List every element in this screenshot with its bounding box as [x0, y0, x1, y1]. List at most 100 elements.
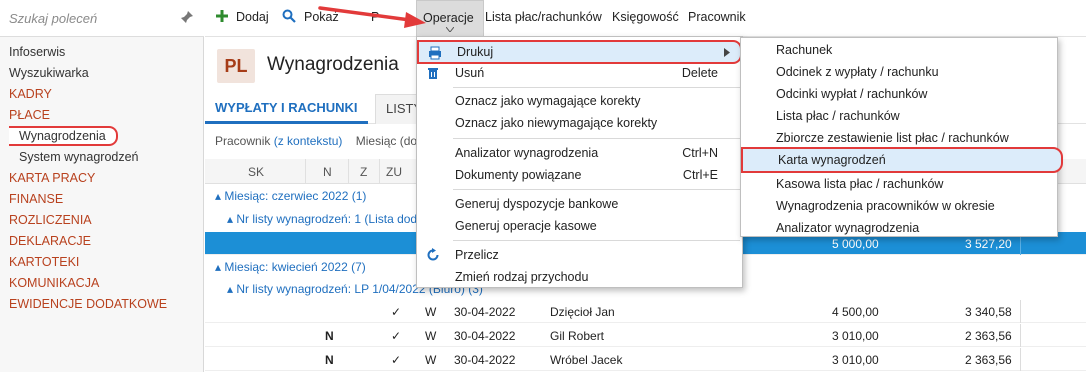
- menu-item-label: Dokumenty powiązane: [455, 168, 582, 182]
- cell-gross: 5 000,00: [832, 237, 879, 251]
- column-header-sk[interactable]: SK: [248, 165, 264, 179]
- add-button[interactable]: Dodaj: [236, 10, 269, 24]
- accounting-button[interactable]: Księgowość: [612, 10, 679, 24]
- menu-separator: [453, 240, 740, 241]
- cell-zu-check: ✓: [391, 329, 402, 343]
- menu-item-label: Usuń: [455, 66, 485, 80]
- menu-item-oznacz-korekta[interactable]: Oznacz jako wymagające korekty: [417, 90, 742, 112]
- submenu-item-label: Zbiorcze zestawienie list płac / rachunk…: [776, 131, 1009, 145]
- group-row-month-april[interactable]: ▴ Miesiąc: kwiecień 2022 (7): [215, 257, 366, 278]
- submenu-item-label: Analizator wynagrodzenia: [776, 221, 920, 235]
- sidebar-item-wynagrodzenia[interactable]: Wynagrodzenia: [0, 126, 204, 147]
- group-label: Miesiąc: kwiecień 2022 (7): [224, 260, 366, 274]
- menu-item-dyspozycje-bankowe[interactable]: Generuj dyspozycje bankowe: [417, 193, 742, 215]
- command-search-box[interactable]: Szukaj poleceń: [0, 0, 204, 37]
- module-badge: PL: [217, 49, 255, 83]
- table-row[interactable]: N ✓ W 30-04-2022 Wróbel Jacek 3 010,00 2…: [205, 348, 1086, 371]
- search-icon[interactable]: [282, 9, 296, 23]
- submenu-item-odcinki[interactable]: Odcinki wypłat / rachunków: [741, 83, 1057, 105]
- sidebar-item-kadry[interactable]: KADRY: [0, 84, 204, 105]
- submenu-item-kasowa-lista[interactable]: Kasowa lista płac / rachunków: [741, 173, 1057, 195]
- sidebar-item-ewidencje-dodatkowe[interactable]: EWIDENCJE DODATKOWE: [0, 294, 204, 315]
- tab-wyplaty-i-rachunki[interactable]: WYPŁATY I RACHUNKI: [205, 94, 368, 124]
- sidebar-item-komunikacja[interactable]: KOMUNIKACJA: [0, 273, 204, 294]
- payroll-list-button[interactable]: Lista płac/rachunków: [485, 10, 602, 24]
- submenu-item-karta-wynagrodzen[interactable]: Karta wynagrodzeń: [741, 147, 1063, 173]
- cell-date: 30-04-2022: [454, 353, 516, 367]
- menu-item-label: Przelicz: [455, 248, 499, 262]
- menu-separator: [453, 189, 740, 190]
- menu-item-shortcut: Ctrl+E: [682, 168, 718, 182]
- sidebar-item-place[interactable]: PŁACE: [0, 105, 204, 126]
- column-header-z[interactable]: Z: [360, 165, 367, 179]
- sidebar-item-rozliczenia[interactable]: ROZLICZENIA: [0, 210, 204, 231]
- menu-item-label: Oznacz jako niewymagające korekty: [455, 116, 658, 130]
- printer-icon: [429, 46, 441, 60]
- group-row-list-1[interactable]: ▴ Nr listy wynagrodzeń: 1 (Lista doda: [227, 209, 424, 230]
- sidebar-item-wyszukiwarka[interactable]: Wyszukiwarka: [0, 63, 204, 84]
- sidebar-nav: Infoserwis Wyszukiwarka KADRY PŁACE Wyna…: [0, 42, 204, 315]
- trash-icon: [428, 68, 438, 79]
- cell-gross: 3 010,00: [832, 329, 879, 343]
- submenu-item-label: Odcinki wypłat / rachunków: [776, 87, 928, 101]
- column-divider: [348, 159, 349, 184]
- sidebar-item-karta-pracy[interactable]: KARTA PRACY: [0, 168, 204, 189]
- cell-net: 2 363,56: [965, 329, 1012, 343]
- column-divider: [1020, 300, 1021, 323]
- menu-item-dokumenty-powiazane[interactable]: Dokumenty powiązane Ctrl+E: [417, 164, 742, 186]
- sidebar-item-system-wynagrodzen[interactable]: System wynagrodzeń: [0, 147, 204, 168]
- page-title: Wynagrodzenia: [267, 54, 399, 75]
- submenu-item-label: Karta wynagrodzeń: [778, 153, 886, 167]
- column-header-n[interactable]: N: [323, 165, 332, 179]
- sidebar-item-finanse[interactable]: FINANSE: [0, 189, 204, 210]
- sidebar-item-infoserwis[interactable]: Infoserwis: [0, 42, 204, 63]
- menu-separator: [453, 138, 740, 139]
- cell-name: Dzięcioł Jan: [550, 305, 615, 319]
- menu-item-oznacz-bez-korekty[interactable]: Oznacz jako niewymagające korekty: [417, 112, 742, 134]
- column-header-zu[interactable]: ZU: [386, 165, 402, 179]
- menu-item-label: Drukuj: [457, 45, 494, 59]
- cell-type: W: [425, 353, 437, 367]
- sidebar-item-kartoteki[interactable]: KARTOTEKI: [0, 252, 204, 273]
- chevron-right-icon: [724, 48, 730, 57]
- cell-net: 2 363,56: [965, 353, 1012, 367]
- cell-zu-check: ✓: [391, 305, 402, 319]
- column-divider: [1020, 324, 1021, 347]
- submenu-item-zbiorcze[interactable]: Zbiorcze zestawienie list płac / rachunk…: [741, 127, 1057, 149]
- menu-item-przelicz[interactable]: Przelicz: [417, 244, 742, 266]
- operations-label: Operacje: [423, 11, 474, 25]
- submenu-item-label: Lista płac / rachunków: [776, 109, 900, 123]
- cell-date: 30-04-2022: [454, 329, 516, 343]
- sidebar: Szukaj poleceń Infoserwis Wyszukiwarka K…: [0, 0, 204, 372]
- menu-item-operacje-kasowe[interactable]: Generuj operacje kasowe: [417, 215, 742, 237]
- search-placeholder: Szukaj poleceń: [9, 11, 98, 26]
- menu-item-usun[interactable]: Usuń Delete: [417, 62, 742, 84]
- operations-dropdown-menu: Drukuj Usuń Delete Oznacz jako wymagając…: [416, 36, 743, 288]
- submenu-item-odcinek[interactable]: Odcinek z wypłaty / rachunku: [741, 61, 1057, 83]
- cell-type: W: [425, 305, 437, 319]
- group-label: Nr listy wynagrodzeń: 1 (Lista doda: [236, 212, 424, 226]
- submenu-item-label: Wynagrodzenia pracowników w okresie: [776, 199, 995, 213]
- column-divider: [1020, 348, 1021, 371]
- annotation-arrow-icon: [318, 6, 426, 28]
- plus-icon[interactable]: [215, 9, 229, 23]
- table-row[interactable]: ✓ W 30-04-2022 Dzięcioł Jan 4 500,00 3 3…: [205, 300, 1086, 323]
- group-row-month-june[interactable]: ▴ Miesiąc: czerwiec 2022 (1): [215, 186, 366, 207]
- submenu-item-rachunek[interactable]: Rachunek: [741, 39, 1057, 61]
- menu-item-zmien-rodzaj[interactable]: Zmień rodzaj przychodu: [417, 266, 742, 288]
- table-row[interactable]: N ✓ W 30-04-2022 Gil Robert 3 010,00 2 3…: [205, 324, 1086, 347]
- column-divider: [305, 159, 306, 184]
- submenu-item-analizator[interactable]: Analizator wynagrodzenia: [741, 217, 1057, 239]
- employee-button[interactable]: Pracownik: [688, 10, 746, 24]
- cell-name: Gil Robert: [550, 329, 605, 343]
- pin-icon[interactable]: [180, 10, 194, 24]
- employee-filter-link[interactable]: (z kontekstu): [274, 134, 343, 148]
- sidebar-item-deklaracje[interactable]: DEKLARACJE: [0, 231, 204, 252]
- month-filter-label[interactable]: Miesiąc (do: [356, 134, 417, 148]
- submenu-item-wynagrodzenia-w-okresie[interactable]: Wynagrodzenia pracowników w okresie: [741, 195, 1057, 217]
- cell-gross: 3 010,00: [832, 353, 879, 367]
- submenu-item-lista-plac[interactable]: Lista płac / rachunków: [741, 105, 1057, 127]
- cell-zu-check: ✓: [391, 353, 402, 367]
- menu-item-drukuj[interactable]: Drukuj: [417, 40, 742, 64]
- menu-item-analizator[interactable]: Analizator wynagrodzenia Ctrl+N: [417, 142, 742, 164]
